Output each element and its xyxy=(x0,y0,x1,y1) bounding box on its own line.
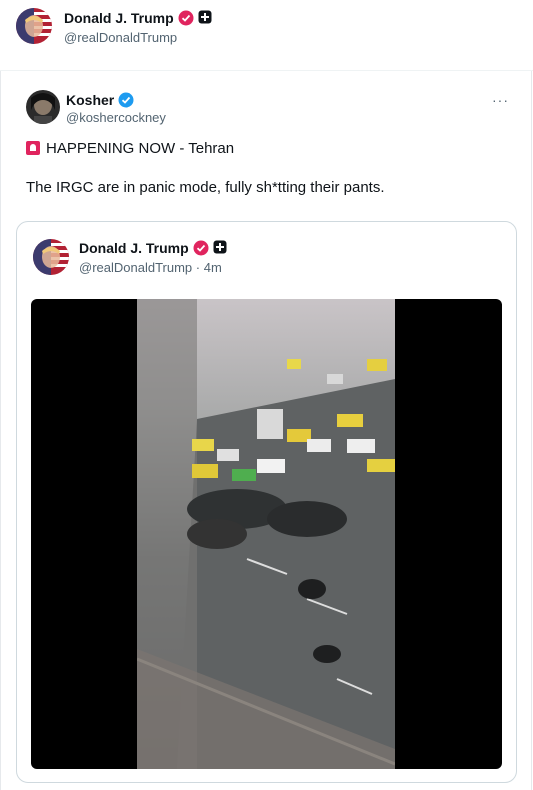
video-media[interactable] xyxy=(31,299,502,769)
kosher-name-row: Kosher xyxy=(66,92,134,108)
screenshot-page: Donald J. Trump @realDonaldTrump Kosher … xyxy=(0,0,533,790)
government-square-icon xyxy=(198,10,214,26)
kosher-avatar[interactable] xyxy=(26,90,60,124)
verified-pink-badge-icon xyxy=(178,10,194,26)
government-square-icon xyxy=(213,240,229,256)
quoted-handle[interactable]: @realDonaldTrump xyxy=(79,260,192,275)
quoted-avatar[interactable] xyxy=(33,239,69,275)
divider xyxy=(0,70,533,71)
trump-flag-avatar-icon xyxy=(16,8,52,44)
trump-flag-avatar-icon xyxy=(33,239,69,275)
tweet-line-1-text: HAPPENING NOW - Tehran xyxy=(46,140,235,157)
top-display-name[interactable]: Donald J. Trump xyxy=(64,10,174,26)
top-avatar[interactable] xyxy=(16,8,52,44)
kosher-avatar-icon xyxy=(26,90,60,124)
quoted-handle-row: @realDonaldTrump · 4m xyxy=(79,260,222,275)
kosher-handle[interactable]: @koshercockney xyxy=(66,110,166,125)
top-name-row: Donald J. Trump xyxy=(64,10,214,26)
verified-blue-badge-icon xyxy=(118,92,134,108)
tweet-line-2: The IRGC are in panic mode, fully sh*tti… xyxy=(26,179,385,196)
tweet-line-1: HAPPENING NOW - Tehran xyxy=(26,139,234,157)
video-thumbnail-icon[interactable] xyxy=(137,299,395,769)
more-options-icon[interactable]: ··· xyxy=(492,92,509,108)
quoted-name-row: Donald J. Trump xyxy=(79,240,229,256)
siren-icon xyxy=(26,141,40,155)
quoted-display-name[interactable]: Donald J. Trump xyxy=(79,240,189,256)
separator-dot: · xyxy=(195,260,201,275)
top-handle[interactable]: @realDonaldTrump xyxy=(64,30,177,45)
quoted-tweet-card[interactable]: Donald J. Trump @realDonaldTrump · 4m xyxy=(16,221,517,783)
kosher-display-name[interactable]: Kosher xyxy=(66,92,114,108)
verified-pink-badge-icon xyxy=(193,240,209,256)
quoted-timestamp[interactable]: 4m xyxy=(204,260,222,275)
